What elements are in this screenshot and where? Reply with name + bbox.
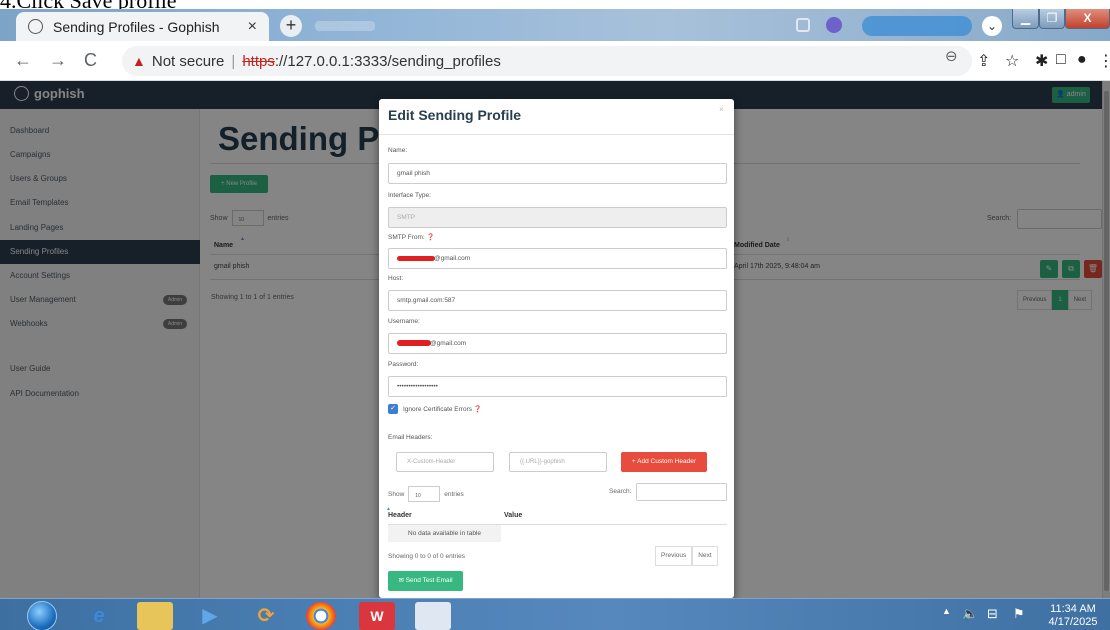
column-header-header[interactable]: Header [388, 512, 412, 519]
password-label: Password: [388, 361, 419, 368]
name-label: Name: [388, 147, 408, 154]
extension-pill[interactable] [862, 16, 972, 36]
modal-title: Edit Sending Profile [388, 107, 522, 123]
extensions-icon[interactable]: ✱ [1035, 51, 1048, 71]
interface-type-input: SMTP [388, 207, 727, 228]
chevron-down-icon[interactable]: ⌄ [982, 16, 1002, 36]
address-bar[interactable]: ▲ Not secure | https://127.0.0.1:3333/se… [122, 46, 972, 76]
tab-close-icon[interactable]: × [248, 18, 257, 36]
taskbar: e ▶ ⟳ W ▲ 🔈 ⊟ ⚑ 11:34 AM 4/17/2025 [0, 598, 1110, 630]
media-icon[interactable]: ▶ [192, 602, 228, 630]
headers-search-input[interactable] [636, 483, 727, 501]
explorer-icon[interactable] [137, 602, 173, 630]
ie-icon[interactable]: e [81, 602, 117, 630]
edit-sending-profile-modal: Edit Sending Profile × Name: gmail phish… [379, 99, 734, 598]
profile-icon[interactable]: ● [1077, 51, 1087, 69]
smtp-from-label: SMTP From: ❓ [388, 234, 435, 241]
browser-tab[interactable]: Sending Profiles - Gophish × [16, 12, 269, 41]
new-tab-button[interactable]: + [280, 15, 302, 37]
show-label: Show [388, 490, 405, 498]
previous-page-button[interactable]: Previous [655, 546, 693, 566]
window-minimize-button[interactable]: ▁ [1012, 9, 1039, 29]
ignore-cert-label: Ignore Certificate Errors ❓ [403, 406, 482, 413]
interface-type-label: Interface Type: [388, 192, 431, 199]
send-test-email-button[interactable]: ✉ Send Test Email [388, 571, 463, 591]
next-page-button[interactable]: Next [692, 546, 718, 566]
add-custom-header-button[interactable]: + Add Custom Header [621, 452, 707, 472]
sort-up-icon: ▲ [386, 506, 391, 512]
action-center-icon[interactable]: ⚑ [1013, 606, 1025, 622]
window-icon[interactable] [415, 602, 451, 630]
url-text: ://127.0.0.1:3333/sending_profiles [274, 52, 501, 70]
search-label: Search: [609, 488, 632, 495]
page-length-control: Show 10 entries [388, 486, 464, 502]
entries-label: entries [444, 490, 464, 498]
divider [379, 134, 734, 135]
forward-arrow-icon[interactable]: → [49, 50, 67, 71]
page-length-select[interactable]: 10 [408, 486, 441, 502]
username-label: Username: [388, 318, 420, 325]
pagination: Previous Next [655, 546, 718, 566]
table-info: Showing 0 to 0 of 0 entries [388, 553, 465, 560]
host-label: Host: [388, 275, 404, 282]
tool-icon[interactable]: ⟳ [248, 602, 284, 630]
network-icon[interactable]: ⊟ [987, 606, 998, 622]
clock-time: 11:34 AM [1050, 603, 1096, 615]
wps-icon[interactable]: W [359, 602, 395, 630]
username-input[interactable]: @gmail.com [388, 333, 727, 354]
empty-table-message: No data available in table [388, 525, 501, 542]
clock-date: 4/17/2025 [1048, 616, 1098, 628]
gophish-favicon-icon [28, 19, 43, 34]
redaction-mark [397, 255, 435, 261]
window-close-button[interactable]: X [1065, 9, 1110, 29]
email-headers-label: Email Headers: [388, 434, 433, 441]
ignore-cert-checkbox[interactable]: ✓ [388, 404, 398, 414]
volume-icon[interactable]: 🔈 [962, 606, 978, 622]
browser-tab-strip: Sending Profiles - Gophish × + ⌄ ▁ ❐ X [0, 9, 1110, 41]
help-icon[interactable]: ❓ [427, 234, 435, 241]
menu-icon[interactable]: ⋮ [1098, 51, 1110, 71]
smtp-from-input[interactable]: @gmail.com [388, 248, 727, 269]
custom-header-input[interactable]: X-Custom-Header [396, 452, 494, 472]
extension-icon[interactable] [826, 17, 842, 33]
system-clock[interactable]: 11:34 AM 4/17/2025 [1038, 603, 1108, 629]
blurred-tab-placeholder [315, 21, 375, 31]
custom-value-input[interactable]: {{.URL}}-gophish [509, 452, 607, 472]
sidepanel-icon[interactable]: □ [1056, 51, 1066, 69]
name-input[interactable]: gmail phish [388, 163, 727, 184]
redaction-mark [397, 340, 431, 347]
start-button[interactable] [27, 601, 57, 630]
back-arrow-icon[interactable]: ← [14, 50, 32, 71]
browser-toolbar: ← → C ▲ Not secure | https://127.0.0.1:3… [0, 41, 1110, 81]
zoom-icon[interactable]: ⊖ [945, 47, 958, 65]
share-icon[interactable]: ⇪ [977, 51, 990, 71]
password-input[interactable]: •••••••••••••••••• [388, 376, 727, 397]
tab-title: Sending Profiles - Gophish [53, 18, 220, 35]
host-input[interactable]: smtp.gmail.com:587 [388, 290, 727, 311]
reload-icon[interactable]: C [84, 50, 97, 71]
window-maximize-button[interactable]: ❐ [1039, 9, 1065, 29]
extension-icon[interactable] [796, 18, 810, 32]
warning-triangle-icon: ▲ [132, 53, 146, 69]
column-header-value[interactable]: Value [504, 512, 522, 519]
chrome-icon[interactable] [306, 602, 336, 630]
close-icon[interactable]: × [719, 105, 724, 114]
help-icon[interactable]: ❓ [474, 406, 482, 413]
security-status[interactable]: Not secure [152, 53, 225, 70]
url-scheme: https [242, 52, 275, 70]
tray-expand-icon[interactable]: ▲ [942, 606, 951, 616]
separator: | [231, 52, 236, 70]
star-icon[interactable]: ☆ [1005, 51, 1019, 71]
